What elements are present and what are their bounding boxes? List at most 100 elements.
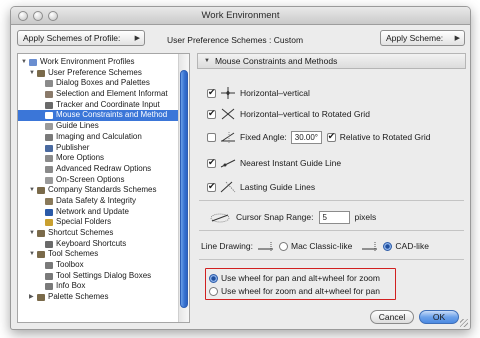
tree-item-icon <box>45 176 53 184</box>
disclosure-down-icon[interactable]: ▼ <box>21 57 27 68</box>
tree-item[interactable]: ▼ User Preference Schemes <box>18 68 178 79</box>
tree-item[interactable]: Publisher <box>18 143 178 154</box>
tree-item-label: Special Folders <box>56 217 112 227</box>
snap-range-label: Cursor Snap Range: <box>236 212 314 222</box>
tree-item[interactable]: Info Box <box>18 281 178 292</box>
nearest-guide-option[interactable]: Nearest Instant Guide Line <box>207 156 341 170</box>
tree-item[interactable]: Tracker and Coordinate Input <box>18 100 178 111</box>
profile-tree-panel: ▼ Work Environment Profiles ▼ User Preferen… <box>17 53 190 323</box>
tree-item[interactable]: ▶ Palette Schemes <box>18 292 178 303</box>
lasting-guide-option[interactable]: Lasting Guide Lines <box>207 180 315 194</box>
horizontal-vertical-option[interactable]: Horizontal–vertical <box>207 86 310 100</box>
snap-range-row: Cursor Snap Range: 5 pixels <box>209 210 376 224</box>
tree-item-label: Guide Lines <box>56 121 99 131</box>
tree-item[interactable]: Imaging and Calculation <box>18 132 178 143</box>
classic-line-icon <box>257 242 273 251</box>
tree-item[interactable]: Network and Update <box>18 207 178 218</box>
title-bar[interactable]: Work Environment <box>11 7 470 25</box>
tree-item-icon <box>37 230 45 237</box>
tree-item[interactable]: Toolbox <box>18 260 178 271</box>
relative-rotated-checkbox[interactable] <box>326 131 336 142</box>
tree-item[interactable]: Data Safety & Integrity <box>18 196 178 207</box>
fixed-angle-label: Fixed Angle: <box>240 132 287 142</box>
wheel-zoom-option[interactable]: Use wheel for zoom and alt+wheel for pan <box>209 284 380 298</box>
line-drawing-label: Line Drawing: <box>201 241 253 251</box>
tree-item-label: Imaging and Calculation <box>56 131 142 141</box>
rotated-grid-option[interactable]: Horizontal–vertical to Rotated Grid <box>207 107 370 121</box>
tree-item-icon <box>45 80 53 88</box>
ok-button[interactable]: OK <box>419 310 459 324</box>
disclosure-down-icon[interactable]: ▼ <box>29 185 35 196</box>
tree-item-label: Tool Settings Dialog Boxes <box>56 270 152 280</box>
horizontal-vertical-checkbox[interactable] <box>207 87 216 98</box>
wheel-pan-radio[interactable] <box>209 273 218 283</box>
disclosure-right-icon[interactable]: ▶ <box>29 292 34 303</box>
tree-item[interactable]: ▼ Work Environment Profiles <box>18 57 178 68</box>
minimize-button[interactable] <box>33 11 43 21</box>
tree-item-label: User Preference Schemes <box>48 67 142 77</box>
tree-item[interactable]: ▼ Company Standards Schemes <box>18 185 178 196</box>
tree-item-icon <box>37 294 45 302</box>
settings-panel: ▼ Mouse Constraints and Methods Horizont… <box>197 53 466 307</box>
apply-profile-popup[interactable]: Apply Schemes of Profile: ▶ <box>17 30 145 46</box>
tree-item[interactable]: Special Folders <box>18 217 178 228</box>
tree-item[interactable]: Guide Lines <box>18 121 178 132</box>
tree-item[interactable]: Selection and Element Informat <box>18 89 178 100</box>
window-title: Work Environment <box>201 10 280 21</box>
fixed-angle-input[interactable]: 30.00° <box>290 130 322 144</box>
close-button[interactable] <box>18 11 28 21</box>
tree-item[interactable]: ▼ Shortcut Schemes <box>18 228 178 239</box>
zoom-button[interactable] <box>48 11 58 21</box>
tree-item[interactable]: Advanced Redraw Options <box>18 164 178 175</box>
tree-item-label: Dialog Boxes and Palettes <box>56 78 150 88</box>
tree-item[interactable]: Dialog Boxes and Palettes <box>18 78 178 89</box>
mac-classic-radio[interactable] <box>278 241 288 251</box>
snap-range-input[interactable]: 5 <box>318 210 350 224</box>
cancel-button[interactable]: Cancel <box>370 310 414 324</box>
tree-item-icon <box>45 197 53 205</box>
tree-item-label: Keyboard Shortcuts <box>56 238 127 248</box>
profile-tree: ▼ Work Environment Profiles ▼ User Preferen… <box>18 57 178 303</box>
cad-like-radio[interactable] <box>383 241 393 251</box>
fixed-angle-option[interactable]: Fixed Angle: 30.00° Relative to Rotated … <box>207 130 431 144</box>
disclosure-down-icon[interactable]: ▼ <box>29 249 35 260</box>
tree-item-icon <box>45 101 53 109</box>
apply-scheme-label: Apply Scheme: <box>386 33 444 43</box>
lasting-guide-checkbox[interactable] <box>207 181 216 192</box>
disclosure-down-icon[interactable]: ▼ <box>29 228 35 239</box>
tree-item[interactable]: Tool Settings Dialog Boxes <box>18 271 178 282</box>
cad-line-icon <box>362 242 378 251</box>
tree-item[interactable]: More Options <box>18 153 178 164</box>
window-controls <box>18 11 58 21</box>
tree-item-icon <box>45 262 53 270</box>
cad-like-label: CAD-like <box>395 241 429 251</box>
tree-item-icon <box>45 219 53 227</box>
disclosure-down-icon[interactable]: ▼ <box>29 68 35 79</box>
tree-item-label: Selection and Element Informat <box>56 89 168 99</box>
nearest-guide-checkbox[interactable] <box>207 157 216 168</box>
nearest-guide-label: Nearest Instant Guide Line <box>240 158 342 168</box>
section-header[interactable]: ▼ Mouse Constraints and Methods <box>197 53 466 69</box>
popup-arrow-icon: ▶ <box>134 35 140 42</box>
orthogonal-cross-icon <box>221 87 235 99</box>
wheel-zoom-label: Use wheel for zoom and alt+wheel for pan <box>221 286 380 296</box>
tree-item[interactable]: On-Screen Options <box>18 175 178 186</box>
tree-item-label: Info Box <box>56 281 86 291</box>
tree-item[interactable]: ▼ Tool Schemes <box>18 249 178 260</box>
wheel-pan-option[interactable]: Use wheel for pan and alt+wheel for zoom <box>209 271 380 285</box>
scrollbar-thumb[interactable] <box>180 70 188 308</box>
wheel-zoom-radio[interactable] <box>209 286 218 296</box>
fixed-angle-checkbox[interactable] <box>207 132 216 142</box>
rotated-grid-label: Horizontal–vertical to Rotated Grid <box>240 109 370 119</box>
tree-item[interactable]: Keyboard Shortcuts <box>18 239 178 250</box>
resize-grip[interactable] <box>460 319 468 327</box>
apply-scheme-popup[interactable]: Apply Scheme: ▶ <box>380 30 465 46</box>
tree-scrollbar[interactable] <box>178 54 189 322</box>
tree-item-label: Publisher <box>56 142 90 152</box>
rotated-grid-checkbox[interactable] <box>207 108 216 119</box>
work-environment-window: Work Environment Apply Schemes of Profil… <box>10 6 471 330</box>
tree-item[interactable]: Mouse Constraints and Method <box>18 110 178 122</box>
tree-item-icon <box>45 144 53 152</box>
mac-classic-label: Mac Classic-like <box>290 241 353 251</box>
section-title: Mouse Constraints and Methods <box>214 56 338 66</box>
